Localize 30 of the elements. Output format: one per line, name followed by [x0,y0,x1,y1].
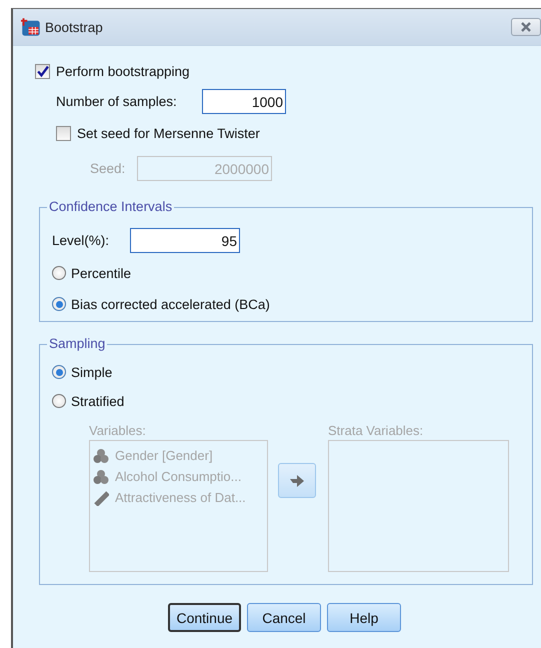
radio-label: Stratified [71,394,124,408]
radio-label: Bias corrected accelerated (BCa) [71,296,270,312]
radio-button[interactable] [52,266,66,280]
checkbox[interactable] [56,126,71,140]
radio-button[interactable] [52,297,66,311]
list-label: Variables: [89,423,147,438]
arrow-icon [289,474,305,488]
close-button[interactable] [511,18,541,36]
checkbox-label: Set seed for Mersenne Twister [77,126,260,140]
group-title: Sampling [47,336,108,351]
checkbox[interactable] [35,64,50,78]
input-field[interactable]: 1000 [202,89,286,114]
ruler-icon [93,490,109,506]
field-label: Level(%): [52,233,110,248]
list-label: Strata Variables: [328,423,424,438]
dialog-button[interactable]: Help [327,603,401,632]
dialog-button[interactable]: Continue [168,603,241,632]
field-label: Seed: [90,161,126,176]
field-label: Number of samples: [56,94,178,109]
radio-label: Percentile [71,266,132,280]
checkbox-label: Perform bootstrapping [56,64,190,78]
close-icon [520,22,532,32]
input-field[interactable]: 95 [130,228,240,253]
table-icon [21,17,41,37]
group-title: Confidence Intervals [47,199,174,214]
nominal-variable-icon [93,468,109,484]
radio-label: Simple [71,364,112,380]
dialog-button[interactable]: Cancel [247,603,321,632]
nominal-variable-icon [93,448,109,464]
window-title: Bootstrap [45,20,103,34]
